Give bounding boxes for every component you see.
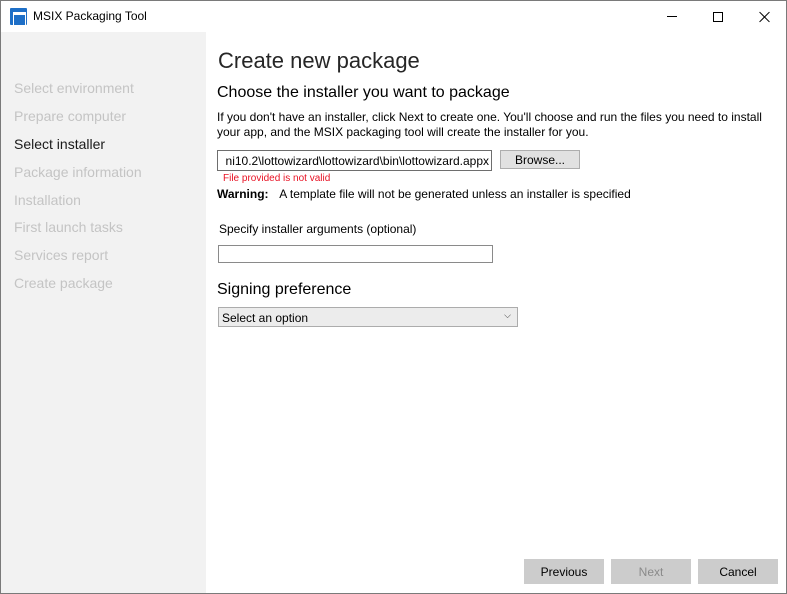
next-button[interactable]: Next [611, 559, 691, 584]
window-title: MSIX Packaging Tool [33, 9, 147, 23]
installer-arguments-input[interactable] [218, 245, 493, 263]
close-icon [758, 11, 770, 23]
installer-error-text: File provided is not valid [223, 173, 331, 184]
msix-window: MSIX Packaging Tool Select environment P… [0, 0, 787, 594]
minimize-button[interactable] [649, 1, 695, 32]
sidebar-step-select-environment: Select environment [14, 80, 134, 96]
sidebar-step-first-launch-tasks: First launch tasks [14, 219, 123, 235]
close-button[interactable] [741, 1, 787, 32]
cancel-button[interactable]: Cancel [698, 559, 778, 584]
msix-app-icon [10, 8, 27, 26]
sidebar-step-installation: Installation [14, 192, 81, 208]
minimize-icon [667, 16, 677, 17]
sidebar: Select environment Prepare computer Sele… [1, 32, 206, 593]
title-bar: MSIX Packaging Tool [1, 1, 786, 32]
sidebar-step-package-information: Package information [14, 164, 142, 180]
browse-button[interactable]: Browse... [500, 150, 580, 169]
main-content: Create new package Choose the installer … [206, 32, 786, 593]
signing-preference-value: Select an option [222, 311, 309, 325]
installer-description: If you don't have an installer, click Ne… [217, 110, 762, 139]
page-title: Create new package [218, 48, 420, 73]
installer-path-input[interactable] [217, 150, 492, 171]
sidebar-step-select-installer: Select installer [14, 136, 106, 152]
maximize-button[interactable] [695, 1, 741, 32]
sidebar-step-services-report: Services report [14, 247, 109, 263]
signing-preference-dropdown[interactable]: Select an option ⌵ [218, 307, 518, 327]
installer-arguments-label: Specify installer arguments (optional) [219, 222, 417, 236]
sidebar-step-create-package: Create package [14, 275, 113, 291]
warning-text: A template file will not be generated un… [279, 187, 631, 201]
signing-heading: Signing preference [217, 281, 352, 298]
chevron-down-icon: ⌵ [504, 310, 511, 320]
warning-label: Warning: [217, 187, 269, 201]
sidebar-step-prepare-computer: Prepare computer [14, 108, 127, 124]
warning-message: Warning: A template file will not be gen… [217, 187, 631, 201]
maximize-icon [713, 11, 723, 22]
previous-button[interactable]: Previous [524, 559, 604, 584]
installer-heading: Choose the installer you want to package [217, 84, 510, 101]
